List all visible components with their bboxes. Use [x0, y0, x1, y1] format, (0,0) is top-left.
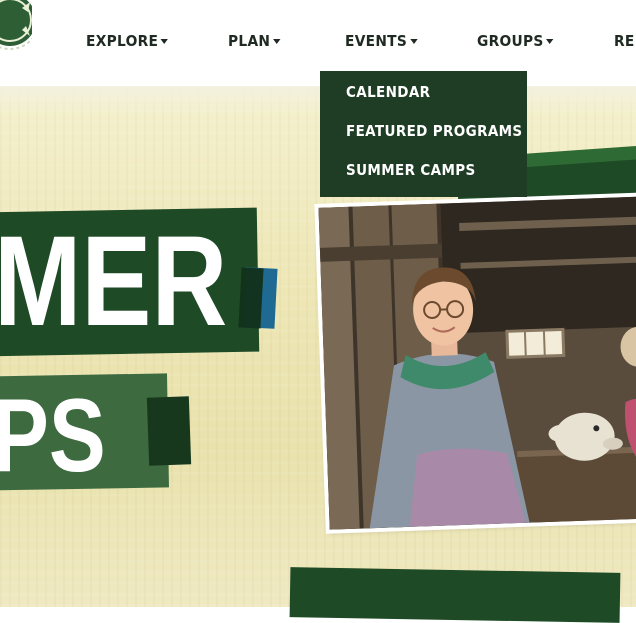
- menu-item-summer-camps[interactable]: SUMMER CAMPS: [346, 161, 476, 179]
- chevron-down-icon: [410, 39, 417, 44]
- nav-re-label: RE: [614, 32, 635, 50]
- chevron-down-icon: [546, 39, 553, 44]
- chevron-down-icon: [273, 39, 280, 44]
- nav-groups[interactable]: GROUPS: [477, 32, 554, 50]
- site-logo[interactable]: [0, 0, 32, 56]
- nav-explore-label: EXPLORE: [86, 32, 158, 50]
- decorative-banner-bottom: [290, 567, 621, 623]
- nav-plan-label: PLAN: [228, 32, 270, 50]
- main-nav: EXPLORE PLAN EVENTS GROUPS RE: [0, 0, 636, 86]
- hero-top-fade: [0, 86, 636, 116]
- nav-explore[interactable]: EXPLORE: [86, 32, 168, 50]
- nav-plan[interactable]: PLAN: [228, 32, 280, 50]
- hero-photo: [318, 196, 636, 529]
- nav-groups-label: GROUPS: [477, 32, 544, 50]
- camp-photo-illustration: [318, 196, 636, 529]
- menu-item-featured-programs[interactable]: FEATURED PROGRAMS: [346, 122, 523, 140]
- decorative-dark-block: [238, 267, 263, 328]
- hero-title-line1: MER: [0, 218, 227, 346]
- decorative-dark-block-2: [147, 396, 191, 465]
- nav-events[interactable]: EVENTS: [345, 32, 417, 50]
- events-dropdown-menu: CALENDAR FEATURED PROGRAMS SUMMER CAMPS: [320, 71, 527, 197]
- hero-title-line2: PS: [0, 384, 106, 488]
- nav-events-label: EVENTS: [345, 32, 407, 50]
- chevron-down-icon: [161, 39, 168, 44]
- menu-item-calendar[interactable]: CALENDAR: [346, 83, 430, 101]
- nav-re[interactable]: RE: [614, 32, 635, 50]
